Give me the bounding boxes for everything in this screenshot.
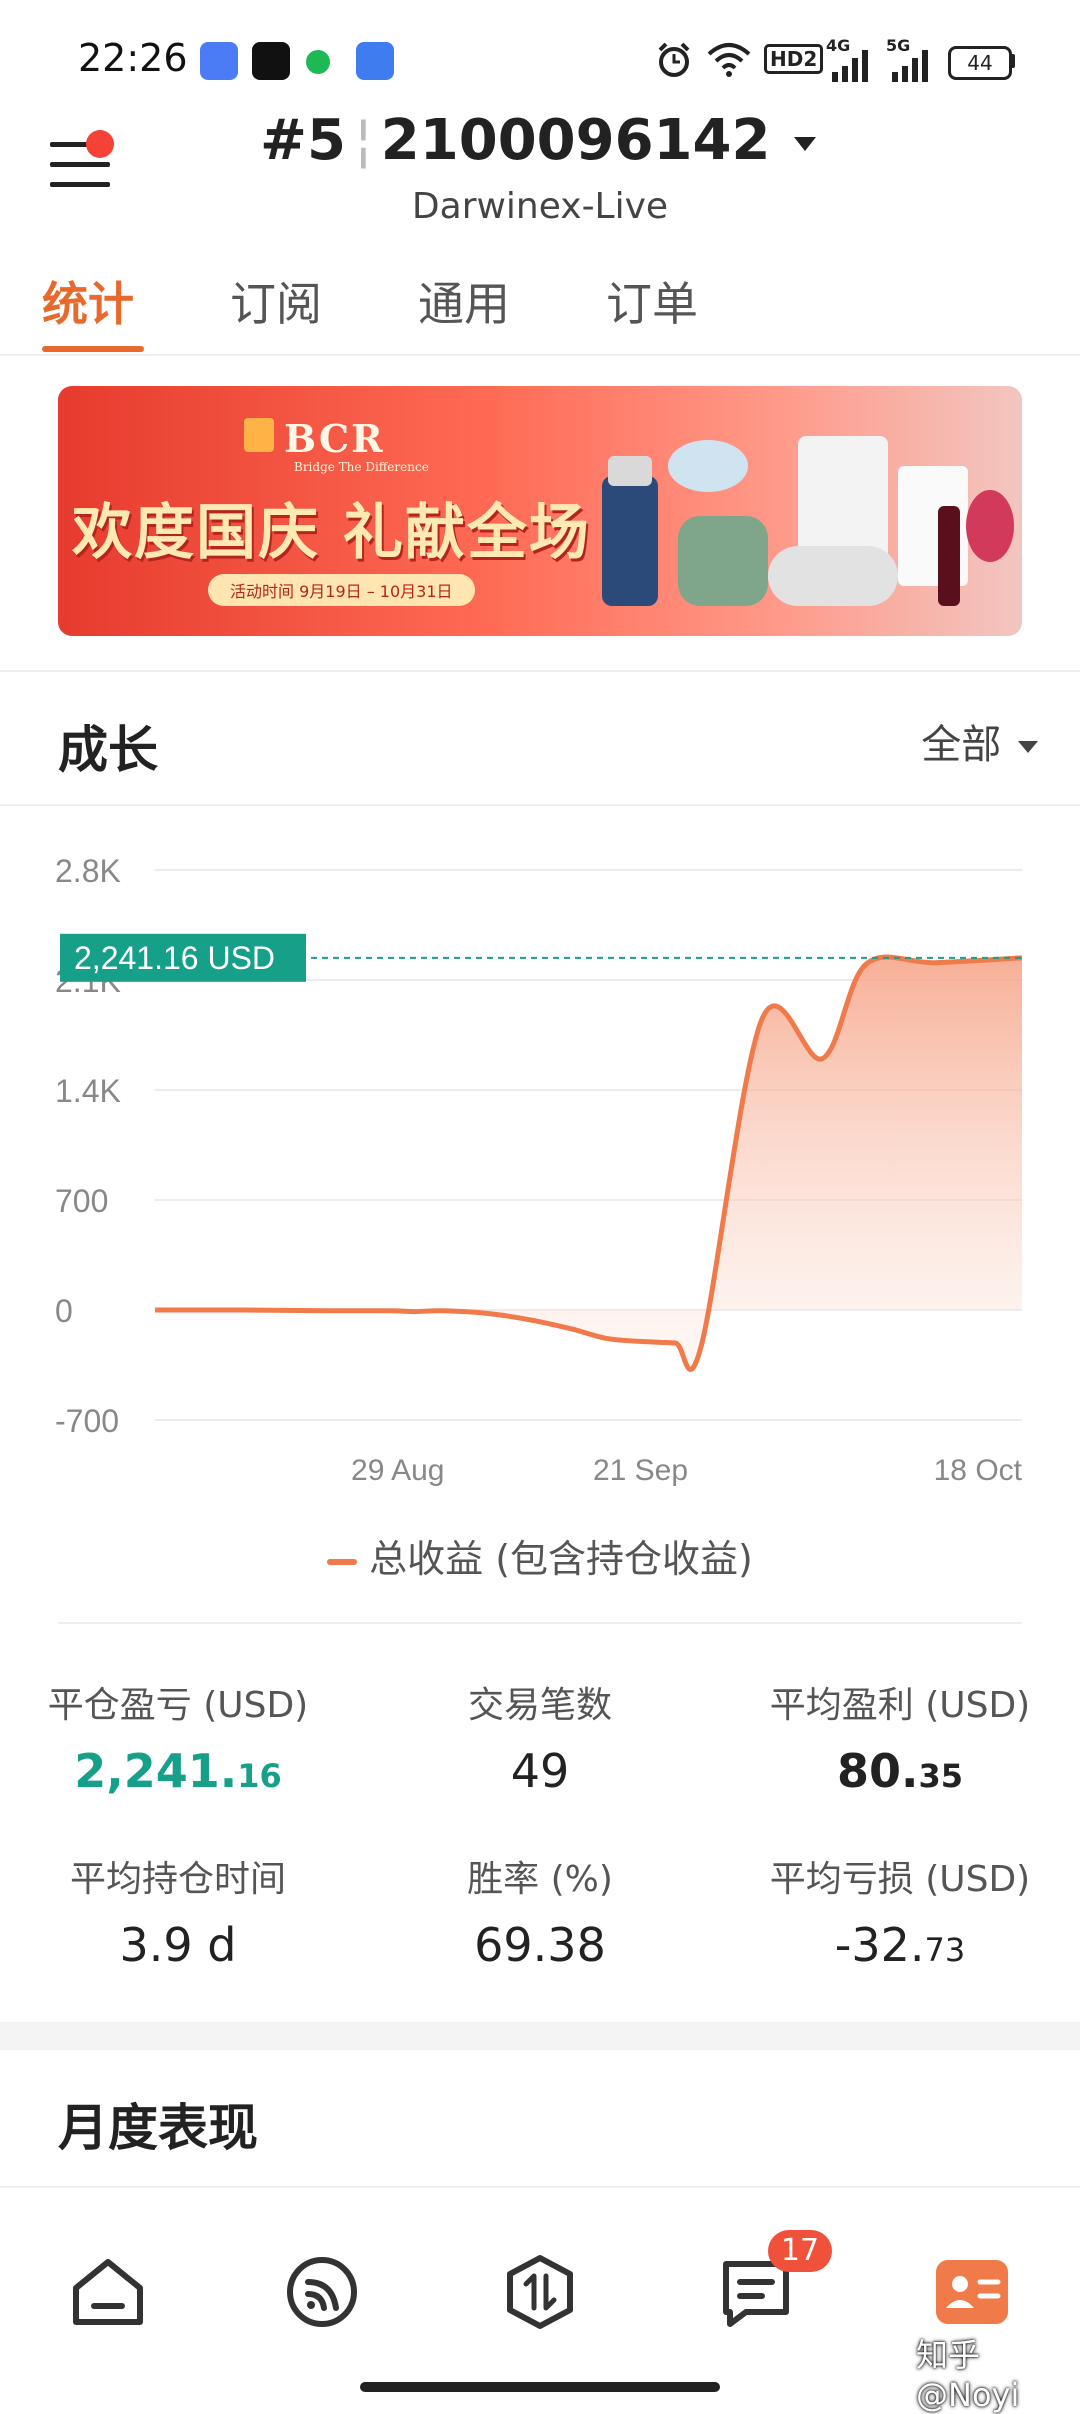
messages-badge: 17 <box>768 2230 832 2272</box>
stat-label-trades: 交易笔数 <box>467 1685 612 1726</box>
growth-title: 成长 <box>58 721 158 779</box>
stat-value-int: 2,241. <box>74 1744 238 1798</box>
x-tick-label: 18 Oct <box>934 1454 1023 1487</box>
legend-divider <box>58 1622 1022 1624</box>
account-prefix: #5 <box>260 108 346 173</box>
banner-brand-sub: Bridge The Difference <box>294 460 429 474</box>
stat-value-dec: 16 <box>237 1757 282 1795</box>
section-gap <box>0 2022 1080 2050</box>
growth-area <box>155 957 1022 1370</box>
spotify-icon <box>306 50 330 74</box>
profile-icon[interactable] <box>932 2252 1012 2332</box>
home-icon[interactable] <box>68 2252 148 2332</box>
status-bar: 22:26 HD2 4G 5G 44 <box>0 0 1080 110</box>
tab-general[interactable]: 通用 <box>418 268 510 334</box>
stat-value-avg-loss: -32.73 <box>730 1918 1070 1972</box>
banner-divider <box>0 670 1080 672</box>
battery-icon: 44 <box>948 46 1012 80</box>
growth-filter-label: 全部 <box>921 722 1002 768</box>
stat-value-int: 49 <box>510 1744 570 1798</box>
growth-chart[interactable]: 2.8K2.1K1.4K7000-700 29 Aug21 Sep18 Oct … <box>0 840 1080 1500</box>
stat-value-avg-hold: 3.9 d <box>8 1918 348 1972</box>
stat-value-closed-pl: 2,241.16 <box>8 1744 348 1798</box>
legend-swatch <box>327 1558 358 1565</box>
bcr-logo-icon <box>244 418 274 452</box>
tabs-divider <box>0 354 1080 356</box>
legend-label: 总收益 (包含持仓收益) <box>369 1537 753 1581</box>
tab-subscribe[interactable]: 订阅 <box>230 268 322 334</box>
stat-value-dec: 73 <box>924 1931 966 1969</box>
stat-label-closed-pl: 平仓盈亏 (USD) <box>47 1685 309 1726</box>
qq-icon <box>200 42 238 80</box>
account-separator: ¦ <box>353 108 373 173</box>
tab-orders[interactable]: 订单 <box>606 268 698 334</box>
stat-value-int: 80. <box>836 1744 919 1798</box>
hd-indicator: HD2 <box>764 44 824 74</box>
stat-label-avg-hold: 平均持仓时间 <box>69 1859 286 1900</box>
monthly-title: 月度表现 <box>58 2099 258 2157</box>
server-name: Darwinex-Live <box>411 186 669 227</box>
status-time: 22:26 <box>78 36 188 80</box>
current-value-label: 2,241.16 USD <box>74 940 275 976</box>
chevron-down-icon <box>793 136 816 151</box>
stat-value-int: 3.9 d <box>119 1918 237 1972</box>
stat-value-avg-profit: 80.35 <box>730 1744 1070 1798</box>
growth-divider <box>0 804 1080 806</box>
wifi-icon <box>707 43 751 77</box>
signal-5g-icon <box>892 50 928 82</box>
chevron-down-icon <box>1018 741 1038 753</box>
tab-stats[interactable]: 统计 <box>42 268 134 334</box>
stat-label-win-rate: 胜率 (%) <box>467 1859 613 1900</box>
growth-filter-dropdown[interactable]: 全部 <box>921 712 1042 770</box>
app-icon <box>356 42 394 80</box>
stat-value-dec: 35 <box>918 1757 964 1795</box>
x-tick-label: 21 Sep <box>593 1454 688 1487</box>
battery-tip <box>1010 54 1015 68</box>
y-tick-label: 700 <box>55 1183 108 1219</box>
stat-value-win-rate: 69.38 <box>370 1918 710 1972</box>
watermark: 知乎 @Noyi <box>916 2336 1020 2414</box>
stat-label-avg-loss: 平均亏损 (USD) <box>769 1859 1031 1900</box>
stat-value-trades: 49 <box>370 1744 710 1798</box>
stat-value-int: 69.38 <box>474 1918 606 1972</box>
current-value-tag: 2,241.16 USD <box>60 933 306 982</box>
home-indicator <box>360 2382 720 2392</box>
trade-icon[interactable] <box>500 2252 580 2332</box>
tiktok-icon <box>252 42 290 80</box>
tab-active-indicator <box>42 346 144 352</box>
y-tick-label: 0 <box>55 1293 73 1329</box>
y-tick-label: 1.4K <box>55 1073 121 1109</box>
chart-legend: 总收益 (包含持仓收益) <box>0 1528 1080 1583</box>
banner-date: 活动时间 9月19日 – 10月31日 <box>208 574 475 606</box>
feed-icon[interactable] <box>282 2252 362 2332</box>
alarm-icon <box>658 42 690 77</box>
banner-products-image <box>602 436 1014 606</box>
stat-label-avg-profit: 平均盈利 (USD) <box>769 1685 1031 1726</box>
y-tick-label: 2.8K <box>55 853 121 889</box>
stat-value-int: -32. <box>834 1918 925 1972</box>
signal-4g-icon <box>832 50 868 82</box>
banner-brand: BCR <box>284 416 385 461</box>
promo-banner[interactable]: BCR Bridge The Difference 欢度国庆 礼献全场 活动时间… <box>58 386 1022 636</box>
account-selector[interactable]: #5 ¦ 2100096142 <box>0 108 1080 173</box>
x-tick-label: 29 Aug <box>351 1454 444 1487</box>
banner-title: 欢度国庆 礼献全场 <box>72 498 591 568</box>
y-tick-label: -700 <box>55 1403 119 1439</box>
monthly-divider <box>0 2186 1080 2188</box>
account-number: 2100096142 <box>380 108 771 173</box>
